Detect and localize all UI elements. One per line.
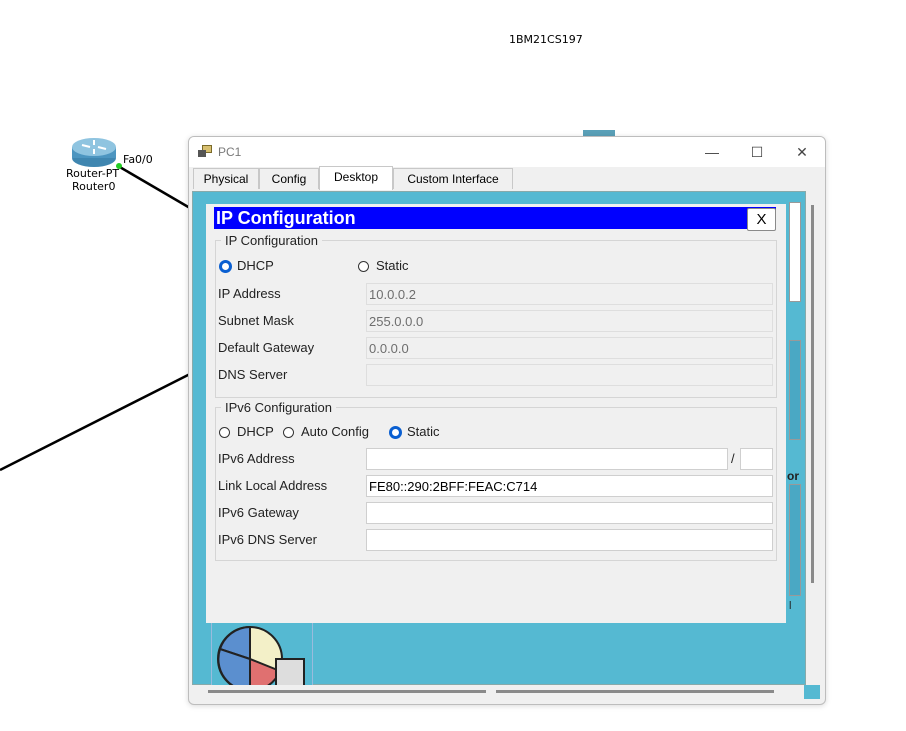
- tab-physical[interactable]: Physical: [193, 168, 259, 189]
- prefix-separator: /: [731, 451, 735, 466]
- ipv6-auto-config-label: Auto Config: [301, 424, 369, 439]
- router-type-label: Router-PT: [66, 167, 120, 180]
- ipv6-dns-server-field[interactable]: [366, 529, 773, 551]
- default-gateway-field[interactable]: 0.0.0.0: [366, 337, 773, 359]
- router-name-label: Router0: [72, 180, 116, 193]
- ipv4-static-radio[interactable]: [358, 261, 369, 272]
- subnet-mask-field[interactable]: 255.0.0.0: [366, 310, 773, 332]
- ipv4-static-label: Static: [376, 258, 409, 273]
- scroll-corner: [804, 685, 820, 699]
- link-local-address-label: Link Local Address: [218, 478, 328, 493]
- desktop-panel-right-top: [789, 202, 801, 302]
- ipv4-dhcp-label: DHCP: [237, 258, 274, 273]
- dns-server-field[interactable]: [366, 364, 773, 386]
- ip-address-field[interactable]: 10.0.0.2: [366, 283, 773, 305]
- ipv6-address-field[interactable]: [366, 448, 728, 470]
- ipv6-legend: IPv6 Configuration: [221, 400, 336, 415]
- traffic-generator-icon[interactable]: [211, 618, 313, 693]
- subnet-mask-label: Subnet Mask: [218, 313, 294, 328]
- ipv6-dns-server-label: IPv6 DNS Server: [218, 532, 317, 547]
- ipv6-address-label: IPv6 Address: [218, 451, 295, 466]
- ip-config-header: IP Configuration: [214, 207, 776, 229]
- dns-server-label: DNS Server: [218, 367, 288, 382]
- horizontal-scrollbar[interactable]: [192, 685, 820, 699]
- close-window-button[interactable]: ✕: [780, 141, 824, 165]
- window-title: PC1: [218, 145, 242, 159]
- ipv6-auto-config-radio[interactable]: [283, 427, 294, 438]
- horizontal-scroll-thumb-left[interactable]: [208, 690, 486, 693]
- link-local-address-field[interactable]: FE80::290:2BFF:FEAC:C714: [366, 475, 773, 497]
- minimize-button[interactable]: —: [690, 141, 734, 165]
- router-port-label: Fa0/0: [123, 153, 153, 166]
- router-icon[interactable]: [70, 136, 118, 168]
- partial-text-l: l: [789, 600, 792, 612]
- desktop-panel-right-low: [789, 484, 801, 596]
- default-gateway-label: Default Gateway: [218, 340, 315, 355]
- pc-app-icon: [197, 144, 213, 158]
- pc1-window: PC1 — ☐ ✕ Physical Config Desktop Custom…: [188, 136, 826, 705]
- ipv6-gateway-field[interactable]: [366, 502, 773, 524]
- tab-desktop[interactable]: Desktop: [319, 166, 393, 190]
- ipv6-gateway-label: IPv6 Gateway: [218, 505, 299, 520]
- ipv6-dhcp-radio[interactable]: [219, 427, 230, 438]
- ipv6-static-radio[interactable]: [389, 426, 402, 439]
- horizontal-scroll-thumb-right[interactable]: [496, 690, 774, 693]
- maximize-button[interactable]: ☐: [735, 141, 779, 165]
- ipv6-dhcp-label: DHCP: [237, 424, 274, 439]
- desktop-panel-right-mid: [789, 340, 801, 440]
- vertical-scroll-thumb[interactable]: [811, 205, 814, 583]
- ipv4-dhcp-radio[interactable]: [219, 260, 232, 273]
- ipv6-static-label: Static: [407, 424, 440, 439]
- window-titlebar[interactable]: PC1 — ☐ ✕: [189, 137, 825, 167]
- partial-text-or: or: [787, 469, 799, 483]
- ipv4-legend: IP Configuration: [221, 233, 322, 248]
- ip-configuration-dialog: IP Configuration X IP Configuration DHCP…: [206, 204, 786, 623]
- vertical-scrollbar[interactable]: [806, 191, 820, 683]
- ip-address-label: IP Address: [218, 286, 281, 301]
- tab-config[interactable]: Config: [259, 168, 319, 189]
- ipv6-prefix-field[interactable]: [740, 448, 773, 470]
- tab-custom-interface[interactable]: Custom Interface: [393, 168, 513, 189]
- dialog-close-button[interactable]: X: [747, 208, 776, 231]
